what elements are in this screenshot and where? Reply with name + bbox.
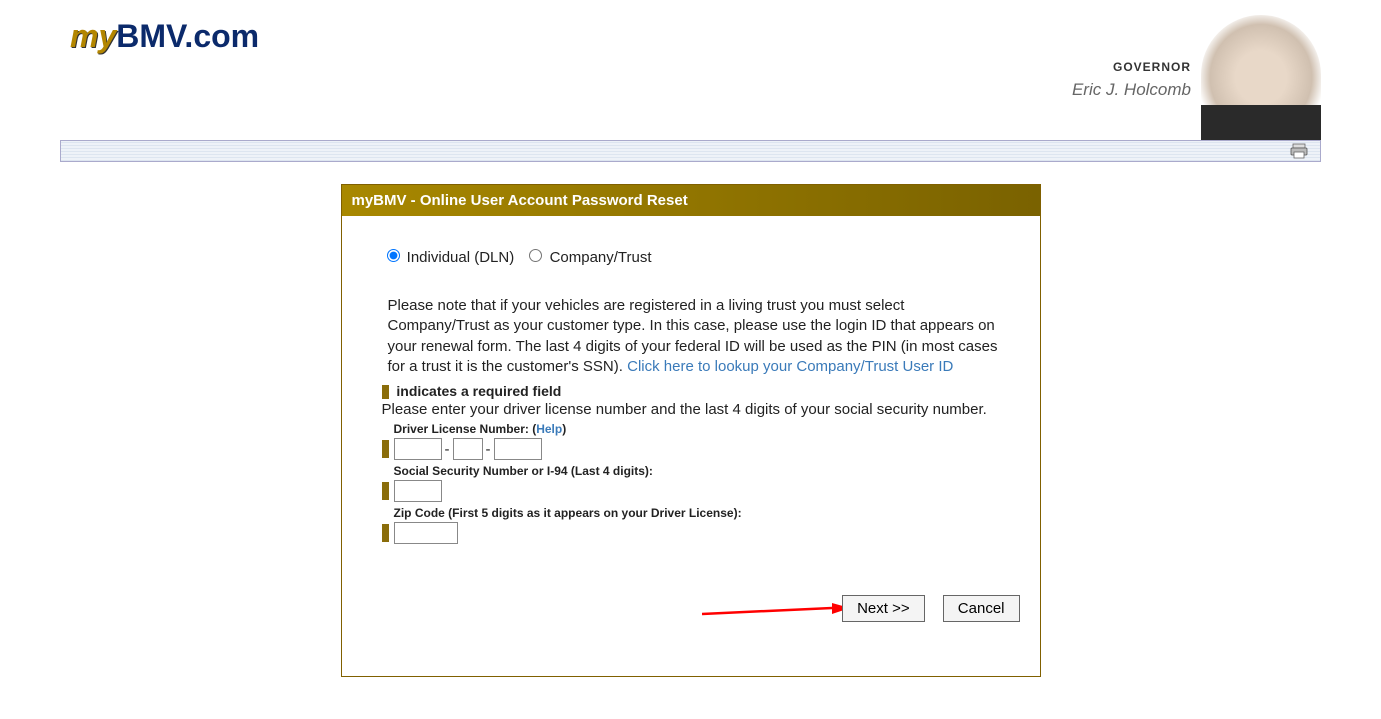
dln-dash: - bbox=[445, 441, 450, 458]
page-header: myBMV.com GOVERNOR Eric J. Holcomb bbox=[0, 0, 1381, 140]
radio-company[interactable] bbox=[529, 249, 542, 262]
zip-label: Zip Code (First 5 digits as it appears o… bbox=[382, 506, 1000, 520]
radio-individual-label: Individual (DLN) bbox=[407, 249, 515, 266]
zip-row bbox=[382, 522, 1000, 544]
logo-my: my bbox=[70, 18, 116, 54]
required-legend-text: indicates a required field bbox=[396, 383, 561, 399]
card-title: myBMV - Online User Account Password Res… bbox=[342, 185, 1040, 216]
radio-company-label: Company/Trust bbox=[550, 249, 652, 266]
button-row: Next >> Cancel bbox=[828, 595, 1019, 622]
dln-part1-input[interactable] bbox=[394, 438, 442, 460]
required-marker-icon bbox=[382, 440, 389, 458]
ssn-label: Social Security Number or I-94 (Last 4 d… bbox=[382, 464, 1000, 478]
ssn-input[interactable] bbox=[394, 480, 442, 502]
governor-name: Eric J. Holcomb bbox=[1072, 80, 1191, 100]
dln-dash: - bbox=[486, 441, 491, 458]
dln-help-link[interactable]: Help bbox=[536, 422, 562, 436]
required-marker-icon bbox=[382, 524, 389, 542]
card-body: Individual (DLN) Company/Trust Please no… bbox=[342, 216, 1040, 676]
cancel-button[interactable]: Cancel bbox=[943, 595, 1020, 622]
required-legend: indicates a required field bbox=[382, 383, 1000, 399]
logo-bmv: BMV.com bbox=[116, 18, 259, 54]
dln-part3-input[interactable] bbox=[494, 438, 542, 460]
governor-photo bbox=[1201, 15, 1321, 140]
dln-row: - - bbox=[382, 438, 1000, 460]
dln-part2-input[interactable] bbox=[453, 438, 483, 460]
governor-text: GOVERNOR Eric J. Holcomb bbox=[1072, 15, 1201, 100]
site-logo: myBMV.com bbox=[70, 18, 259, 55]
dln-label: Driver License Number: (Help) bbox=[382, 422, 1000, 436]
next-button[interactable]: Next >> bbox=[842, 595, 925, 622]
required-marker-icon bbox=[382, 482, 389, 500]
top-bar bbox=[60, 140, 1321, 162]
radio-individual[interactable] bbox=[387, 249, 400, 262]
zip-input[interactable] bbox=[394, 522, 458, 544]
governor-title: GOVERNOR bbox=[1072, 60, 1191, 74]
note-text: Please note that if your vehicles are re… bbox=[382, 296, 1000, 377]
governor-area: GOVERNOR Eric J. Holcomb bbox=[1072, 15, 1321, 140]
required-marker-icon bbox=[382, 385, 389, 399]
instruction-text: Please enter your driver license number … bbox=[382, 401, 1000, 418]
ssn-row bbox=[382, 480, 1000, 502]
print-icon[interactable] bbox=[1290, 143, 1308, 159]
password-reset-card: myBMV - Online User Account Password Res… bbox=[341, 184, 1041, 677]
customer-type-radios: Individual (DLN) Company/Trust bbox=[382, 246, 1000, 266]
company-lookup-link[interactable]: Click here to lookup your Company/Trust … bbox=[627, 358, 953, 375]
